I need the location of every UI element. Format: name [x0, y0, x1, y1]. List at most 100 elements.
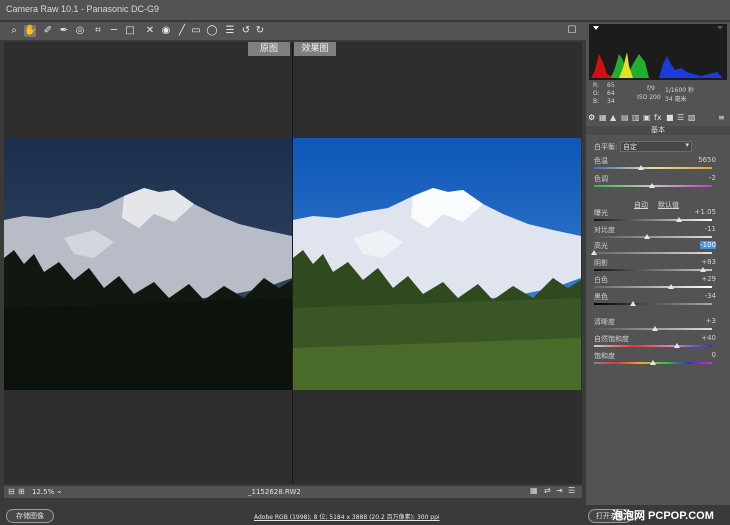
- slider-track[interactable]: [594, 236, 712, 238]
- slider-track[interactable]: [594, 269, 712, 271]
- slider-knob[interactable]: [648, 183, 655, 188]
- auto-link[interactable]: 自动: [634, 200, 648, 210]
- copy-settings-icon[interactable]: ⇥: [556, 486, 563, 495]
- view-mode-icon[interactable]: ▦: [530, 486, 538, 495]
- rotate-left-icon[interactable]: ↺: [240, 25, 252, 37]
- fullscreen-icon[interactable]: ☐: [566, 25, 578, 37]
- focal-value: 34 毫米: [665, 96, 687, 103]
- tab-curve-icon[interactable]: ▦: [599, 113, 607, 122]
- tab-camera-calibration-icon[interactable]: ■: [666, 113, 674, 122]
- slider-value[interactable]: -100: [700, 241, 716, 249]
- slider-value[interactable]: +40: [701, 334, 716, 342]
- tab-effects-icon[interactable]: fx: [654, 113, 662, 122]
- crop-icon[interactable]: ⌗: [92, 25, 104, 37]
- slider-knob[interactable]: [667, 284, 674, 289]
- slider-label: 色温: [594, 157, 608, 165]
- slider-track[interactable]: [594, 219, 712, 221]
- slider-label: 黑色: [594, 293, 608, 301]
- slider-value[interactable]: +29: [701, 275, 716, 283]
- panel-menu-icon[interactable]: ≡: [718, 113, 725, 122]
- slider-value[interactable]: +1.05: [695, 208, 716, 216]
- tab-basic-icon[interactable]: ⚙: [588, 113, 595, 122]
- swap-icon[interactable]: ⇄: [544, 486, 551, 495]
- slider-track[interactable]: [594, 303, 712, 305]
- r-label: R:: [593, 82, 600, 89]
- slider-value[interactable]: -2: [709, 174, 716, 182]
- graduated-filter-icon[interactable]: ▭: [190, 25, 202, 37]
- white-balance-icon[interactable]: ✐: [42, 25, 54, 37]
- slider-knob[interactable]: [652, 326, 659, 331]
- g-value: 64: [607, 90, 615, 97]
- spot-removal-icon[interactable]: ✕: [144, 25, 156, 37]
- tab-lens-icon[interactable]: ▣: [643, 113, 651, 122]
- file-name: _1152628.RW2: [248, 488, 301, 496]
- save-image-button[interactable]: 存储图像: [6, 509, 54, 523]
- panel-title: 基本: [586, 126, 730, 135]
- slider-value[interactable]: +3: [706, 317, 716, 325]
- slider-track[interactable]: [594, 345, 712, 347]
- b-label: B:: [593, 98, 600, 105]
- zoom-icon[interactable]: ⌕: [8, 25, 20, 37]
- target-adjust-icon[interactable]: ◎: [74, 25, 86, 37]
- slider-value[interactable]: 5650: [698, 156, 716, 164]
- slider-label: 对比度: [594, 226, 615, 234]
- tab-detail-icon[interactable]: ▲: [610, 113, 616, 122]
- slider-knob[interactable]: [629, 301, 636, 306]
- slider-track[interactable]: [594, 286, 712, 288]
- wb-select[interactable]: 自定 ▾: [620, 141, 692, 152]
- g-label: G:: [593, 90, 600, 97]
- rotate-right-icon[interactable]: ↻: [254, 25, 266, 37]
- iso-value: ISO 200: [637, 94, 661, 101]
- zoom-in-icon[interactable]: ⊞: [18, 487, 25, 496]
- slider-value[interactable]: +83: [701, 258, 716, 266]
- before-label: 原图: [248, 42, 290, 56]
- title-bar: Camera Raw 10.1 - Panasonic DC-G9: [0, 0, 730, 20]
- slider-knob[interactable]: [650, 360, 656, 365]
- transform-icon[interactable]: □: [124, 25, 136, 37]
- slider-value[interactable]: -34: [705, 292, 716, 300]
- tab-hsl-icon[interactable]: ▤: [621, 113, 629, 122]
- slider-label: 饱和度: [594, 352, 615, 360]
- b-value: 34: [607, 98, 615, 105]
- tab-presets-icon[interactable]: ☰: [677, 113, 684, 122]
- default-link[interactable]: 默认值: [658, 200, 679, 210]
- slider-knob[interactable]: [673, 343, 680, 348]
- r-value: 65: [607, 82, 615, 89]
- color-sampler-icon[interactable]: ✒: [58, 25, 70, 37]
- slider-knob[interactable]: [591, 250, 597, 255]
- slider-knob[interactable]: [675, 217, 682, 222]
- toggle-settings-icon[interactable]: ☰: [568, 486, 575, 495]
- zoom-dropdown-icon[interactable]: ⌄: [56, 486, 63, 495]
- radial-filter-icon[interactable]: ◯: [206, 25, 218, 37]
- wb-select-value: 自定: [623, 143, 637, 151]
- slider-track[interactable]: [594, 167, 712, 169]
- histogram: [589, 24, 727, 80]
- straighten-icon[interactable]: ─: [108, 25, 120, 37]
- slider-label: 自然饱和度: [594, 335, 629, 343]
- slider-label: 清晰度: [594, 318, 615, 326]
- hand-icon[interactable]: ✋: [24, 25, 36, 37]
- slider-value[interactable]: 0: [712, 351, 716, 359]
- viewer-status-bar: ⊟ ⊞ 12.5% ⌄ _1152628.RW2 ▦ ⇄ ⇥ ☰: [4, 486, 582, 498]
- brush-icon[interactable]: ╱: [176, 25, 188, 37]
- panel-tabs: ⚙ ▦ ▲ ▤ ▥ ▣ fx ■ ☰ ▧ ≡: [586, 113, 730, 125]
- tab-snapshots-icon[interactable]: ▧: [688, 113, 696, 122]
- aperture-value: f/9: [647, 85, 655, 92]
- zoom-level[interactable]: 12.5%: [32, 488, 54, 496]
- after-label: 效果图: [294, 42, 336, 56]
- slider-knob[interactable]: [638, 165, 645, 170]
- chevron-down-icon: ▾: [685, 141, 689, 149]
- after-photo: [293, 138, 581, 390]
- image-viewer[interactable]: 原图 效果图: [4, 42, 582, 484]
- color-readout: R: 65 G: 64 B: 34 f/9 1/1600 秒 ISO 200 3…: [589, 82, 727, 112]
- slider-track[interactable]: [594, 252, 712, 254]
- preferences-icon[interactable]: ☰: [224, 25, 236, 37]
- zoom-out-icon[interactable]: ⊟: [8, 487, 15, 496]
- slider-knob[interactable]: [699, 267, 706, 272]
- tab-split-toning-icon[interactable]: ▥: [632, 113, 640, 122]
- slider-label: 白色: [594, 276, 608, 284]
- red-eye-icon[interactable]: ◉: [160, 25, 172, 37]
- workflow-options-link[interactable]: Adobe RGB (1998); 8 位; 5184 x 3888 (20.2…: [254, 512, 440, 521]
- slider-value[interactable]: -11: [705, 225, 716, 233]
- slider-knob[interactable]: [644, 234, 651, 239]
